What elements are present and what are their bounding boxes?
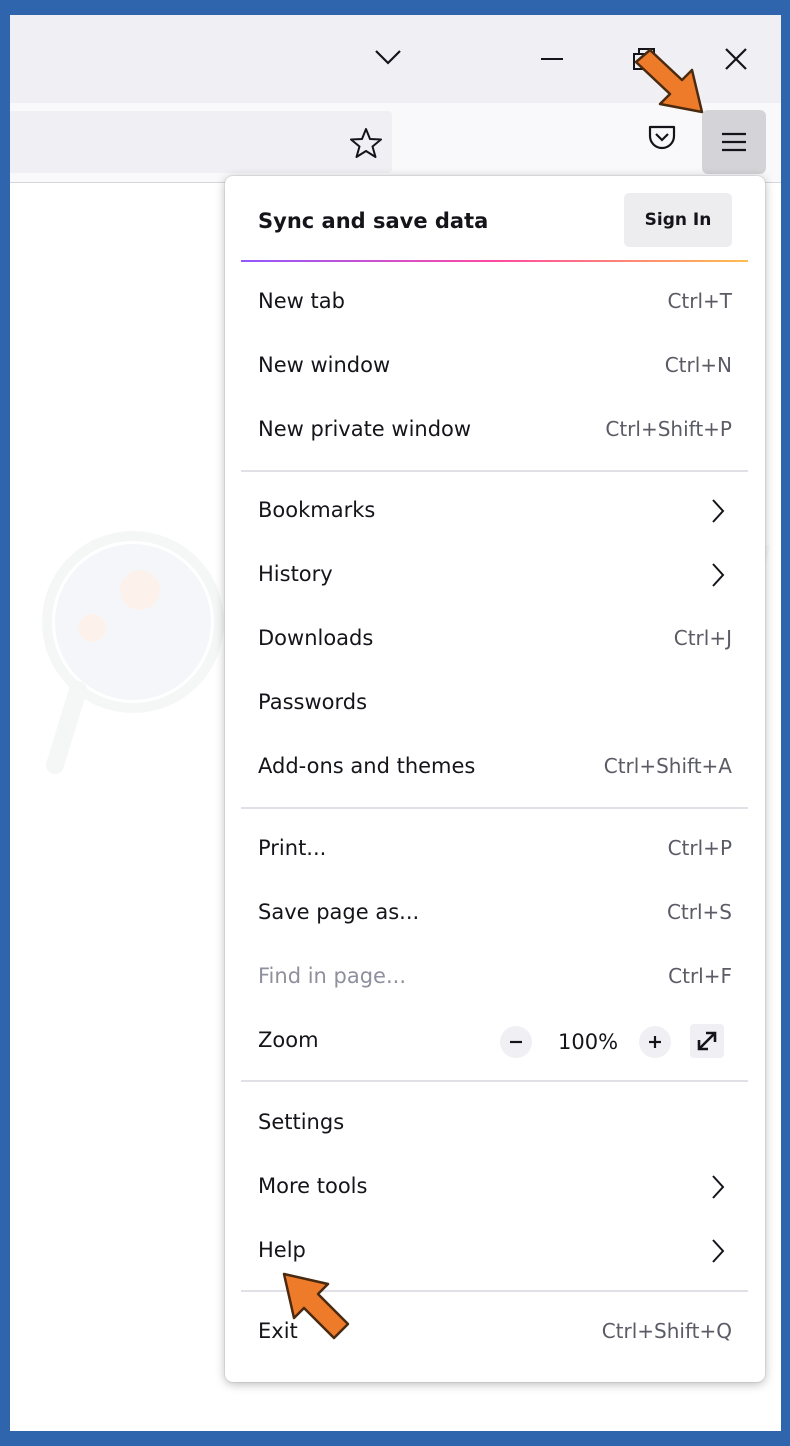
menu-item-settings[interactable]: Settings xyxy=(225,1096,765,1152)
menu-item-new-window[interactable]: New window Ctrl+N xyxy=(225,339,765,395)
menu-item-label: Settings xyxy=(258,1110,345,1134)
menu-item-more-tools[interactable]: More tools xyxy=(225,1160,765,1216)
menu-item-label: Print... xyxy=(258,836,327,860)
sync-label: Sync and save data xyxy=(258,209,489,233)
close-icon xyxy=(725,48,747,70)
menu-item-shortcut: Ctrl+Shift+P xyxy=(605,417,732,441)
minimize-button[interactable] xyxy=(530,39,574,79)
expand-arrows-icon xyxy=(697,1031,717,1051)
menu-item-label: New tab xyxy=(258,289,345,313)
menu-item-save-page-as[interactable]: Save page as... Ctrl+S xyxy=(225,886,765,942)
minus-icon xyxy=(510,1040,522,1044)
plus-icon xyxy=(649,1036,661,1048)
menu-item-label: Exit xyxy=(258,1319,298,1343)
menu-item-shortcut: Ctrl+J xyxy=(673,626,732,650)
menu-item-downloads[interactable]: Downloads Ctrl+J xyxy=(225,612,765,668)
menu-item-shortcut: Ctrl+F xyxy=(668,964,732,988)
list-all-tabs-button[interactable] xyxy=(370,39,406,75)
zoom-controls: 100% xyxy=(500,1020,730,1064)
navigation-toolbar xyxy=(10,103,781,183)
menu-item-shortcut: Ctrl+P xyxy=(667,836,732,860)
menu-item-label: Zoom xyxy=(258,1028,319,1052)
close-button[interactable] xyxy=(714,37,758,81)
menu-item-label: History xyxy=(258,562,333,586)
open-menu-button[interactable] xyxy=(702,110,766,174)
url-bar[interactable] xyxy=(10,111,392,173)
menu-item-shortcut: Ctrl+T xyxy=(667,289,732,313)
menu-item-find-in-page[interactable]: Find in page... Ctrl+F xyxy=(225,950,765,1006)
menu-item-label: Find in page... xyxy=(258,964,406,988)
star-icon xyxy=(350,128,382,158)
pocket-button[interactable] xyxy=(642,117,682,157)
menu-item-history[interactable]: History xyxy=(225,548,765,604)
chevron-right-icon xyxy=(712,1239,725,1263)
fullscreen-button[interactable] xyxy=(690,1024,724,1058)
sign-in-button[interactable]: Sign In xyxy=(624,193,732,247)
menu-item-label: More tools xyxy=(258,1174,368,1198)
chevron-right-icon xyxy=(712,1175,725,1199)
sync-gradient-divider xyxy=(241,260,748,262)
menu-item-label: Add-ons and themes xyxy=(258,754,476,778)
menu-item-bookmarks[interactable]: Bookmarks xyxy=(225,484,765,540)
menu-item-label: New private window xyxy=(258,417,472,441)
chevron-down-icon xyxy=(375,50,401,65)
app-menu-panel: Sync and save data Sign In New tab Ctrl+… xyxy=(225,176,765,1382)
pocket-icon xyxy=(648,125,676,150)
zoom-out-button[interactable] xyxy=(500,1026,532,1058)
menu-item-shortcut: Ctrl+Shift+A xyxy=(603,754,732,778)
minimize-icon xyxy=(541,58,563,60)
chevron-right-icon xyxy=(712,563,725,587)
menu-item-zoom: Zoom 100% xyxy=(225,1014,765,1070)
menu-separator xyxy=(241,1290,748,1292)
menu-item-shortcut: Ctrl+Shift+Q xyxy=(601,1319,732,1343)
menu-item-label: Save page as... xyxy=(258,900,420,924)
sync-header: Sync and save data Sign In xyxy=(225,176,765,260)
menu-separator xyxy=(241,807,748,809)
menu-item-label: Help xyxy=(258,1238,306,1262)
menu-item-label: New window xyxy=(258,353,391,377)
menu-item-label: Downloads xyxy=(258,626,374,650)
hamburger-menu-icon xyxy=(722,132,746,152)
menu-item-print[interactable]: Print... Ctrl+P xyxy=(225,822,765,878)
menu-item-label: Passwords xyxy=(258,690,368,714)
menu-item-addons-and-themes[interactable]: Add-ons and themes Ctrl+Shift+A xyxy=(225,740,765,796)
restore-button[interactable] xyxy=(622,37,666,81)
menu-item-new-tab[interactable]: New tab Ctrl+T xyxy=(225,275,765,331)
menu-separator xyxy=(241,470,748,472)
chevron-right-icon xyxy=(712,499,725,523)
menu-item-help[interactable]: Help xyxy=(225,1224,765,1280)
zoom-level-value[interactable]: 100% xyxy=(558,1030,618,1054)
menu-item-shortcut: Ctrl+N xyxy=(664,353,732,377)
menu-item-passwords[interactable]: Passwords xyxy=(225,676,765,732)
menu-separator xyxy=(241,1080,748,1082)
menu-item-label: Bookmarks xyxy=(258,498,376,522)
menu-item-exit[interactable]: Exit Ctrl+Shift+Q xyxy=(225,1305,765,1361)
menu-item-new-private-window[interactable]: New private window Ctrl+Shift+P xyxy=(225,403,765,459)
zoom-in-button[interactable] xyxy=(639,1026,671,1058)
menu-item-shortcut: Ctrl+S xyxy=(666,900,732,924)
restore-icon xyxy=(633,48,655,70)
bookmark-page-button[interactable] xyxy=(346,123,386,163)
title-bar xyxy=(10,15,781,103)
